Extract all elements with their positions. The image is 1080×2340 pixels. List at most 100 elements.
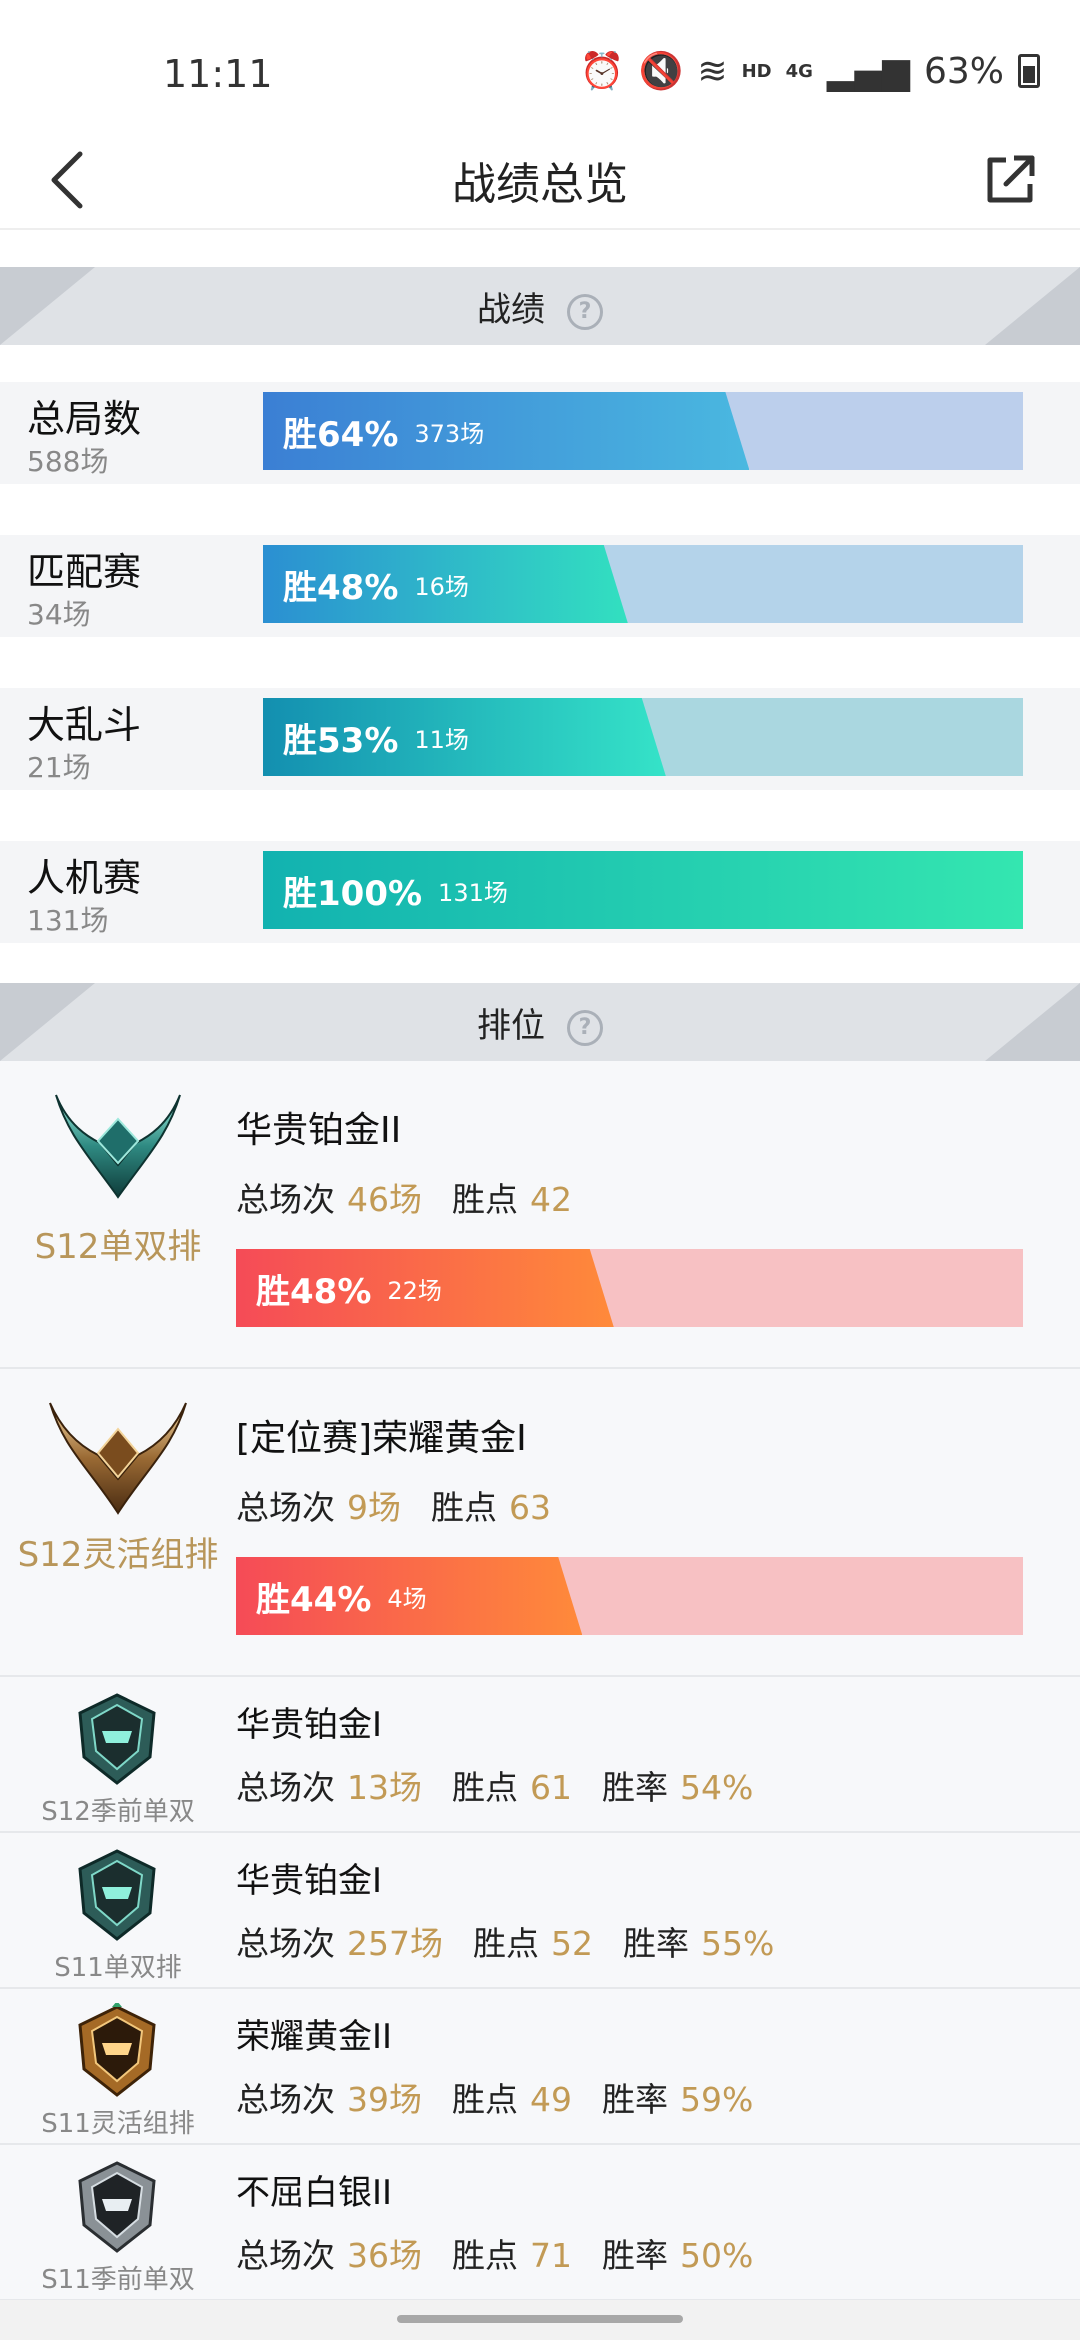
win-rate-bar: 胜53% 11场 <box>263 698 1023 776</box>
win-rate-label: 胜100% <box>283 873 423 914</box>
win-rate-bar: 胜48% 16场 <box>263 545 1023 623</box>
games-value: 13场 <box>347 1768 422 1807</box>
games-label: 总场次 <box>236 1180 335 1219</box>
wifi-icon: ≋ <box>697 50 728 92</box>
games-label: 总场次 <box>236 1488 335 1527</box>
queue-name: S12季前单双 <box>41 1797 195 1827</box>
rank-stats: 总场次 36场 胜点 71 胜率 50% <box>236 2229 783 2277</box>
record-games: 588场 <box>27 445 109 478</box>
help-icon[interactable]: ? <box>567 293 603 330</box>
win-rate-text: 胜48% 16场 <box>283 545 469 623</box>
rank-stats: 总场次 9场 胜点 63 <box>236 1481 581 1529</box>
platinum-helmet-icon <box>72 1691 162 1787</box>
games-value: 257场 <box>347 1924 443 1963</box>
win-rate-label: 胜48% <box>283 567 399 608</box>
games-value: 39场 <box>347 2080 422 2119</box>
record-row-bots[interactable]: 人机赛 131场 胜100% 131场 <box>0 841 1080 943</box>
platinum-emblem-icon <box>48 1085 188 1201</box>
rank-stats: 总场次 46场 胜点 42 <box>236 1173 602 1221</box>
rank-stats: 总场次 39场 胜点 49 胜率 59% <box>236 2073 783 2121</box>
rank-section-label: 排位 <box>477 1006 545 1046</box>
win-count: 4场 <box>387 1584 427 1613</box>
win-rate-label: 胜64% <box>283 414 399 455</box>
record-row-total[interactable]: 总局数 588场 胜64% 373场 <box>0 382 1080 484</box>
tier-name: 不屈白银II <box>236 2173 393 2213</box>
record-games: 131场 <box>27 904 109 937</box>
games-value: 36场 <box>347 2236 422 2275</box>
rank-win-rate-bar: 胜48% 22场 <box>236 1249 1023 1327</box>
network-label: 4G <box>785 60 813 82</box>
record-label: 大乱斗 <box>27 703 142 747</box>
silver-helmet-icon <box>72 2159 162 2255</box>
record-row-normal[interactable]: 匹配赛 34场 胜48% 16场 <box>0 535 1080 637</box>
win-count: 22场 <box>387 1276 442 1305</box>
win-count: 11场 <box>414 725 469 754</box>
rank-card-flex[interactable]: S12灵活组排 [定位赛]荣耀黄金I 总场次 9场 胜点 63 胜44% 4场 <box>0 1369 1080 1677</box>
lp-label: 胜点 <box>452 2080 518 2119</box>
rate-value: 59% <box>680 2080 754 2119</box>
share-button[interactable] <box>970 140 1050 220</box>
lp-value: 63 <box>509 1488 551 1527</box>
win-rate-text: 胜64% 373场 <box>283 392 484 470</box>
record-games: 21场 <box>27 751 91 784</box>
tier-name: 荣耀黄金II <box>236 2017 393 2057</box>
rate-value: 55% <box>701 1924 775 1963</box>
win-rate-text: 胜100% 131场 <box>283 851 508 929</box>
win-rate-label: 胜53% <box>283 720 399 761</box>
queue-name: S11季前单双 <box>41 2265 195 2295</box>
gold-emblem-icon <box>44 1393 192 1517</box>
record-games: 34场 <box>27 598 91 631</box>
hd-label: HD <box>741 60 772 82</box>
rank-row-s11-flex[interactable]: S11灵活组排 荣耀黄金II 总场次 39场 胜点 49 胜率 59% <box>0 1989 1080 2145</box>
tier-name: 华贵铂金I <box>236 1705 383 1745</box>
record-label: 人机赛 <box>27 856 142 900</box>
tier-name: [定位赛]荣耀黄金I <box>236 1418 527 1459</box>
queue-name: S12灵活组排 <box>17 1535 219 1575</box>
win-count: 131场 <box>438 878 508 907</box>
queue-name: S12单双排 <box>34 1227 202 1267</box>
signal-icon: ▂▄▆ <box>826 50 910 92</box>
win-count: 16场 <box>414 572 469 601</box>
games-label: 总场次 <box>236 1924 335 1963</box>
record-row-aram[interactable]: 大乱斗 21场 胜53% 11场 <box>0 688 1080 790</box>
queue-name: S11单双排 <box>54 1953 182 1983</box>
games-value: 9场 <box>347 1488 401 1527</box>
record-section-header: 战绩? <box>0 267 1080 345</box>
record-label: 匹配赛 <box>27 550 142 594</box>
rank-row-s11-solo[interactable]: S11单双排 华贵铂金I 总场次 257场 胜点 52 胜率 55% <box>0 1833 1080 1989</box>
status-icons: ⏰ 🔇 ≋ HD 4G ▂▄▆ 63% <box>580 50 1040 92</box>
games-label: 总场次 <box>236 2236 335 2275</box>
rank-section-title: 排位? <box>0 998 1080 1047</box>
rate-label: 胜率 <box>623 1924 689 1963</box>
status-bar: 11:11 ⏰ 🔇 ≋ HD 4G ▂▄▆ 63% <box>0 0 1080 130</box>
lp-label: 胜点 <box>452 1768 518 1807</box>
lp-value: 42 <box>530 1180 572 1219</box>
rank-row-s12-preseason[interactable]: S12季前单双 华贵铂金I 总场次 13场 胜点 61 胜率 54% <box>0 1677 1080 1833</box>
help-icon[interactable]: ? <box>567 1009 603 1046</box>
queue-name: S11灵活组排 <box>41 2109 195 2139</box>
win-rate-text: 胜44% 4场 <box>256 1557 427 1635</box>
win-rate-label: 胜44% <box>256 1579 372 1620</box>
rate-value: 54% <box>680 1768 754 1807</box>
rank-row-s11-preseason[interactable]: S11季前单双 不屈白银II 总场次 36场 胜点 71 胜率 50% <box>0 2145 1080 2301</box>
rate-label: 胜率 <box>602 2080 668 2119</box>
lp-label: 胜点 <box>473 1924 539 1963</box>
battery-icon <box>1018 54 1040 88</box>
lp-value: 61 <box>530 1768 572 1807</box>
rank-win-rate-bar: 胜44% 4场 <box>236 1557 1023 1635</box>
win-rate-bar: 胜64% 373场 <box>263 392 1023 470</box>
record-label: 总局数 <box>27 397 142 441</box>
rate-label: 胜率 <box>602 2236 668 2275</box>
win-rate-text: 胜48% 22场 <box>256 1249 442 1327</box>
games-value: 46场 <box>347 1180 422 1219</box>
lp-label: 胜点 <box>452 1180 518 1219</box>
win-rate-bar: 胜100% 131场 <box>263 851 1023 929</box>
rank-card-solo[interactable]: S12单双排 华贵铂金II 总场次 46场 胜点 42 胜48% 22场 <box>0 1061 1080 1369</box>
tier-name: 华贵铂金I <box>236 1861 383 1901</box>
rate-label: 胜率 <box>602 1768 668 1807</box>
gold-helmet-icon <box>72 2003 162 2099</box>
tier-name: 华贵铂金II <box>236 1110 402 1151</box>
home-indicator[interactable] <box>397 2315 683 2323</box>
lp-label: 胜点 <box>431 1488 497 1527</box>
app-header: 战绩总览 <box>0 130 1080 230</box>
